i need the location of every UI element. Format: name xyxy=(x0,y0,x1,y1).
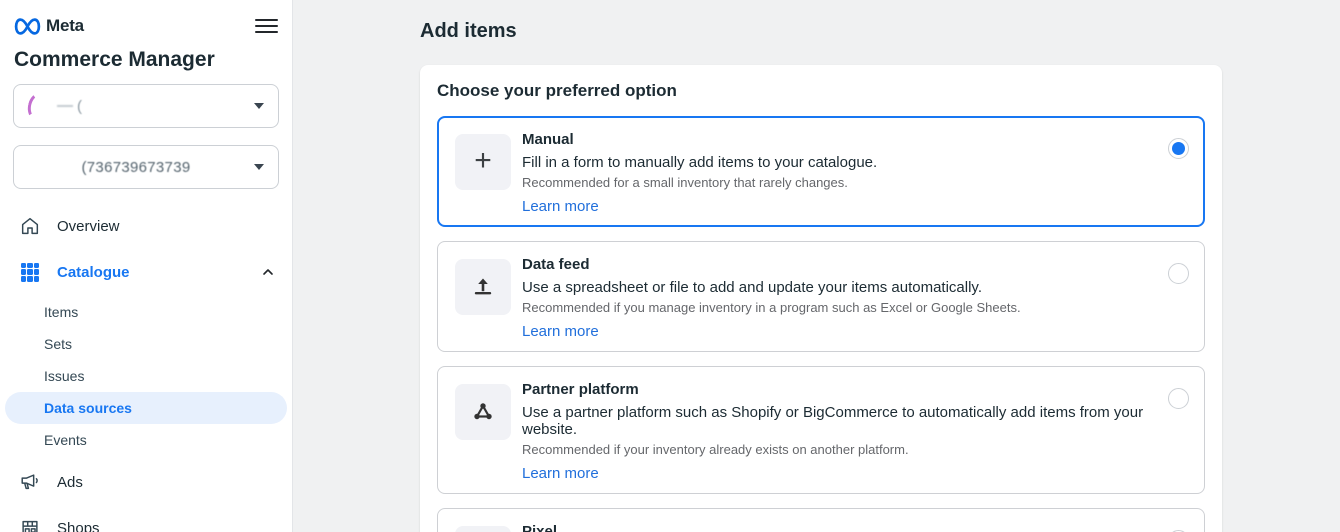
option-title: Manual xyxy=(522,131,1156,148)
sidebar-item-overview[interactable]: Overview xyxy=(0,206,292,246)
plus-icon: + xyxy=(455,134,511,190)
option-title: Data feed xyxy=(522,256,1156,273)
page-title: Add items xyxy=(420,20,1340,43)
options-card: Choose your preferred option + Manual Fi… xyxy=(420,65,1222,532)
app-title: Commerce Manager xyxy=(0,38,292,84)
code-icon: </> xyxy=(455,526,511,532)
option-title: Partner platform xyxy=(522,381,1156,398)
sidebar-item-items[interactable]: Items xyxy=(5,296,287,328)
sidebar-item-label: Overview xyxy=(57,218,120,235)
chevron-up-icon xyxy=(260,264,276,280)
option-recommendation: Recommended for a small inventory that r… xyxy=(522,175,1156,190)
grid-icon xyxy=(18,260,42,284)
home-icon xyxy=(18,214,42,238)
option-pixel[interactable]: </> Pixel Use your Facebook pixel to aut… xyxy=(437,508,1205,532)
learn-more-link[interactable]: Learn more xyxy=(522,198,599,215)
brand-row: Meta xyxy=(0,12,292,38)
main-content: Add items Choose your preferred option +… xyxy=(293,0,1340,532)
sidebar-item-ads[interactable]: Ads xyxy=(0,462,292,502)
meta-logo: Meta xyxy=(14,16,84,36)
sidebar-item-data-sources[interactable]: Data sources xyxy=(5,392,287,424)
business-selector-value: ( xyxy=(77,98,82,115)
chevron-down-icon xyxy=(254,103,264,109)
option-recommendation: Recommended if your inventory already ex… xyxy=(522,442,1156,457)
option-partner-platform[interactable]: Partner platform Use a partner platform … xyxy=(437,366,1205,494)
megaphone-icon xyxy=(18,470,42,494)
radio-manual[interactable] xyxy=(1168,138,1189,159)
radio-data-feed[interactable] xyxy=(1168,263,1189,284)
card-title: Choose your preferred option xyxy=(437,81,1205,101)
redacted-avatar xyxy=(25,91,49,121)
meta-infinity-icon xyxy=(14,18,41,35)
chevron-down-icon xyxy=(254,164,264,170)
sidebar: Meta Commerce Manager ( (736739673739 Ov… xyxy=(0,0,293,532)
sidebar-item-issues[interactable]: Issues xyxy=(5,360,287,392)
option-description: Use a partner platform such as Shopify o… xyxy=(522,404,1156,438)
sidebar-item-label: Catalogue xyxy=(57,264,130,281)
business-selector[interactable]: ( xyxy=(13,84,279,128)
option-description: Fill in a form to manually add items to … xyxy=(522,154,1156,171)
sidebar-item-catalogue[interactable]: Catalogue xyxy=(0,252,292,292)
option-data-feed[interactable]: Data feed Use a spreadsheet or file to a… xyxy=(437,241,1205,352)
hamburger-menu-icon[interactable] xyxy=(255,12,278,39)
upload-icon xyxy=(455,259,511,315)
storefront-icon xyxy=(18,516,42,532)
radio-partner-platform[interactable] xyxy=(1168,388,1189,409)
sidebar-item-label: Shops xyxy=(57,520,100,532)
option-recommendation: Recommended if you manage inventory in a… xyxy=(522,300,1156,315)
sidebar-nav: Overview Catalogue Items Sets Issues Dat… xyxy=(0,206,292,532)
option-description: Use a spreadsheet or file to add and upd… xyxy=(522,279,1156,296)
catalogue-selector-value: (736739673739 xyxy=(81,159,190,176)
learn-more-link[interactable]: Learn more xyxy=(522,323,599,340)
learn-more-link[interactable]: Learn more xyxy=(522,465,599,482)
option-manual[interactable]: + Manual Fill in a form to manually add … xyxy=(437,116,1205,227)
sidebar-item-shops[interactable]: Shops xyxy=(0,508,292,532)
sidebar-item-label: Ads xyxy=(57,474,83,491)
sidebar-item-sets[interactable]: Sets xyxy=(5,328,287,360)
option-title: Pixel xyxy=(522,523,1156,532)
catalogue-selector[interactable]: (736739673739 xyxy=(13,145,279,189)
brand-name: Meta xyxy=(46,16,84,36)
sidebar-item-events[interactable]: Events xyxy=(5,424,287,456)
partner-network-icon xyxy=(455,384,511,440)
catalogue-subnav: Items Sets Issues Data sources Events xyxy=(5,296,287,456)
